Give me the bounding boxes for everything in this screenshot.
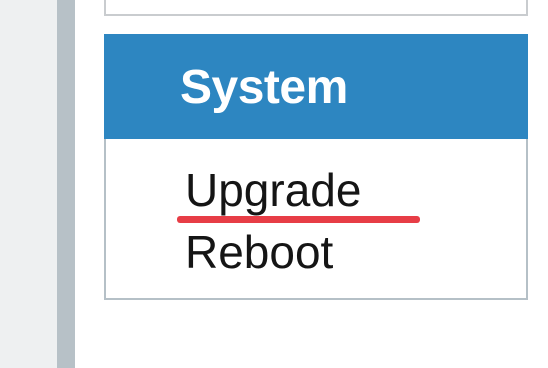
- system-menu-items: Upgrade Reboot: [104, 139, 528, 300]
- previous-panel-bottom: [104, 0, 528, 16]
- system-menu-title: System: [180, 61, 348, 114]
- system-menu-header: System: [104, 34, 528, 139]
- system-menu-panel: System Upgrade Reboot: [104, 34, 528, 300]
- router-admin-screen: System Upgrade Reboot: [0, 0, 548, 368]
- left-divider: [57, 0, 75, 368]
- active-menu-underline: [177, 216, 420, 223]
- left-gutter: [0, 0, 57, 368]
- upgrade-menu-link[interactable]: Upgrade: [185, 163, 361, 217]
- reboot-menu-link[interactable]: Reboot: [185, 225, 333, 279]
